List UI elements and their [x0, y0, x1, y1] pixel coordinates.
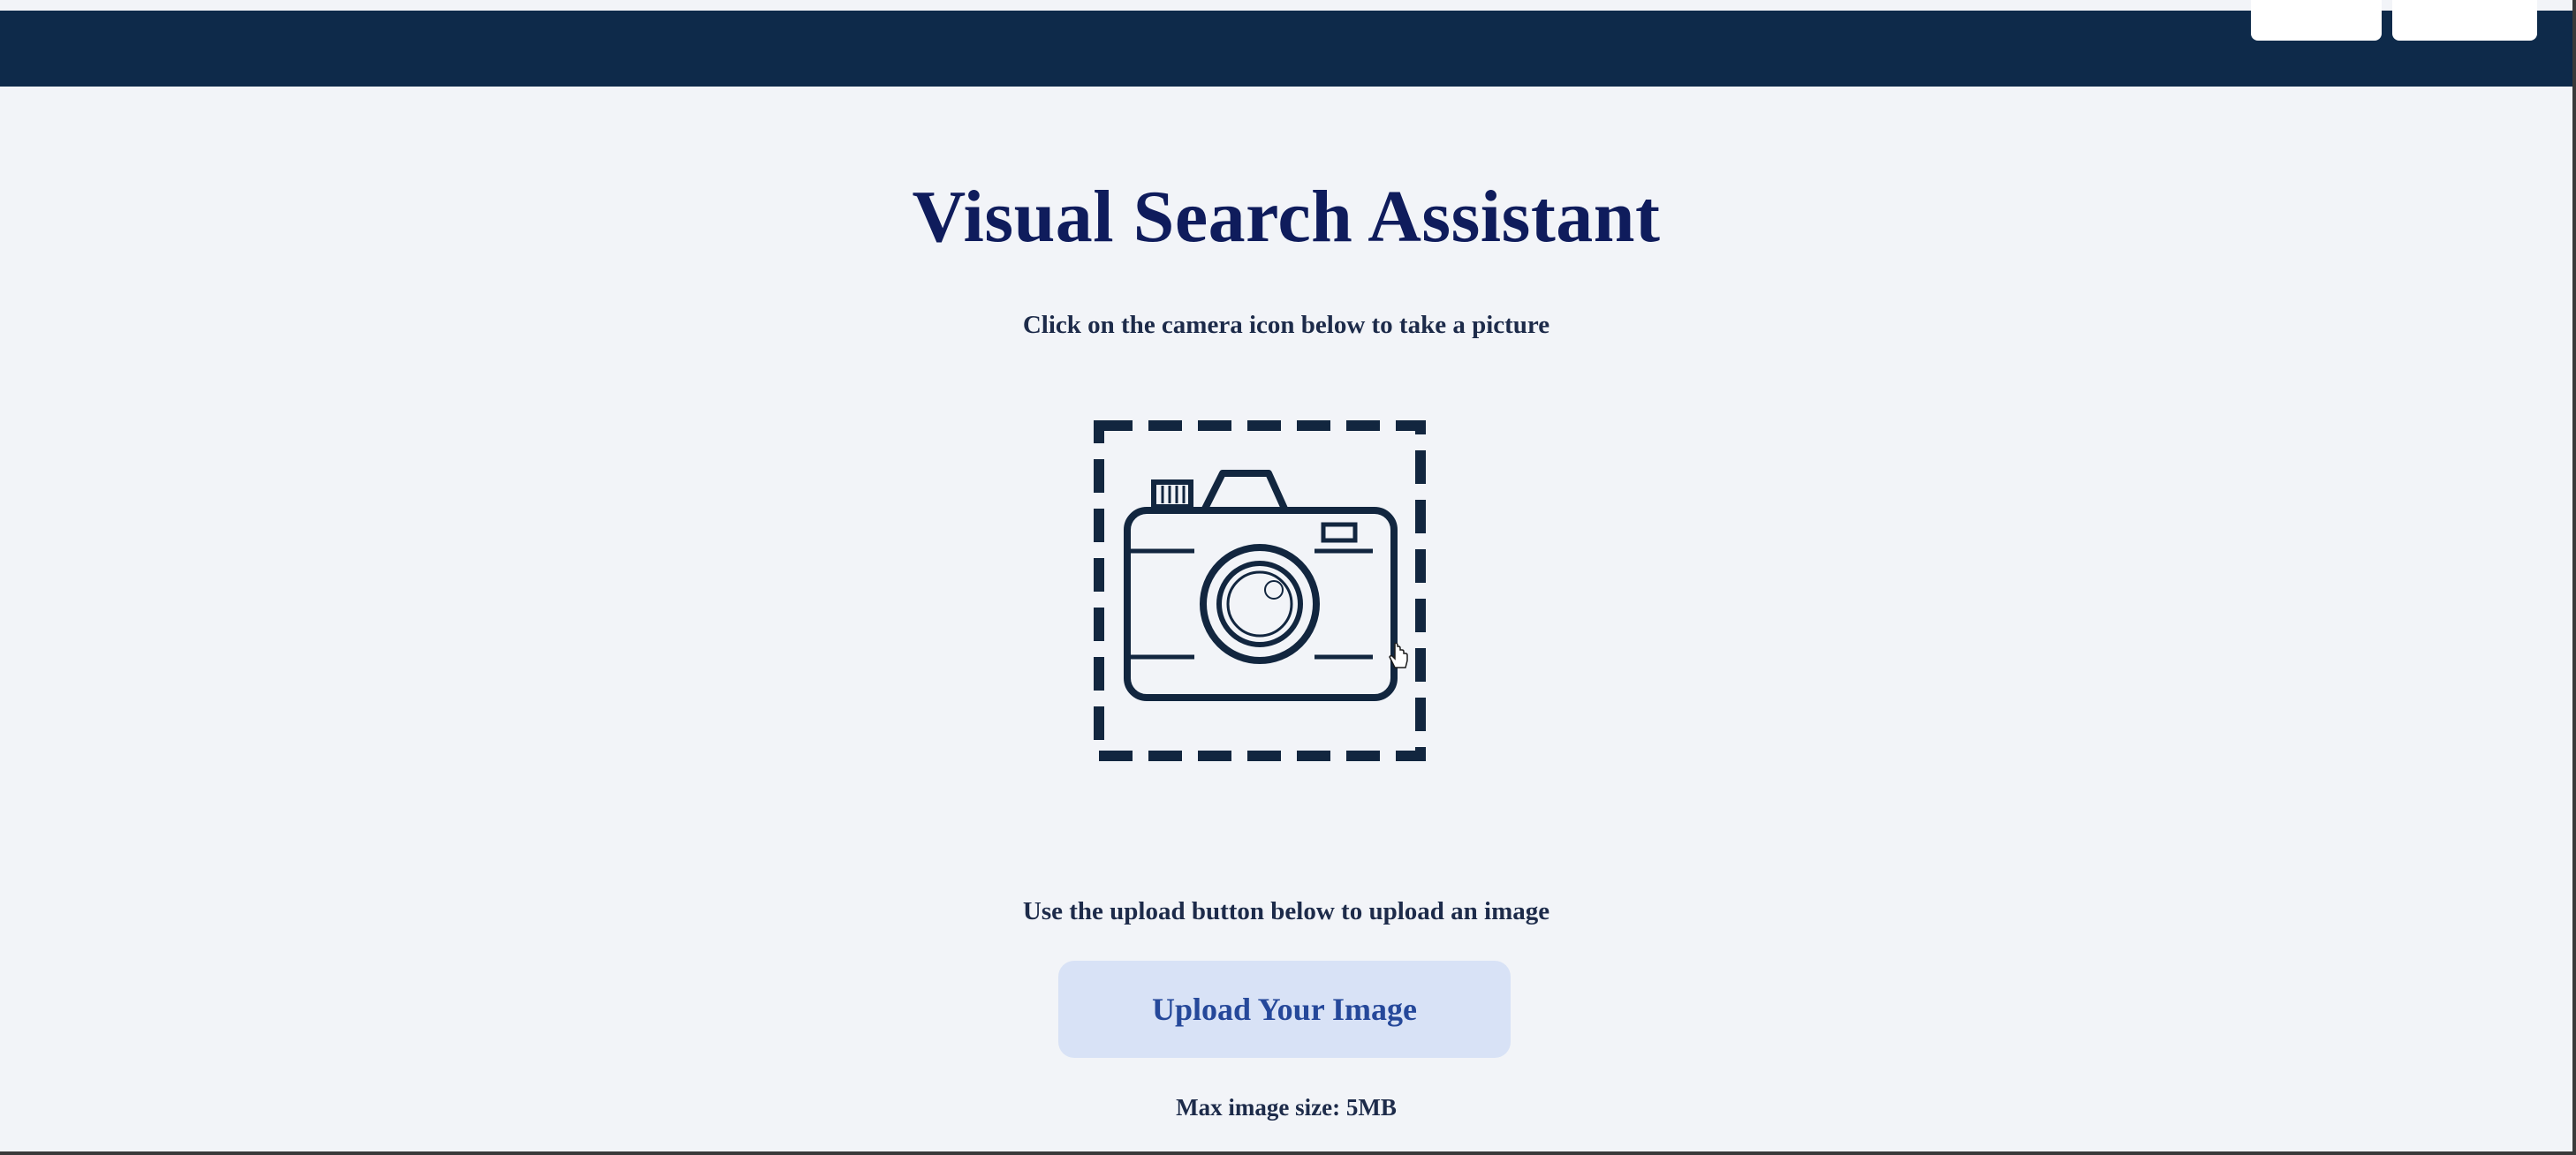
max-image-size-note: Max image size: 5MB — [1176, 1094, 1397, 1121]
top-nav-button-1[interactable] — [2251, 0, 2382, 41]
top-navigation-bar — [0, 0, 2572, 87]
upload-instruction-text: Use the upload button below to upload an… — [1022, 897, 1550, 925]
upload-image-button[interactable]: Upload Your Image — [1058, 961, 1511, 1058]
app-window: Visual Search Assistant Click on the cam… — [0, 0, 2576, 1155]
camera-icon — [1094, 420, 1426, 761]
top-nav-button-2[interactable] — [2392, 0, 2537, 41]
camera-capture-button[interactable] — [1092, 419, 1428, 763]
page-title: Visual Search Assistant — [912, 176, 1661, 258]
camera-instruction-text: Click on the camera icon below to take a… — [1022, 311, 1550, 339]
